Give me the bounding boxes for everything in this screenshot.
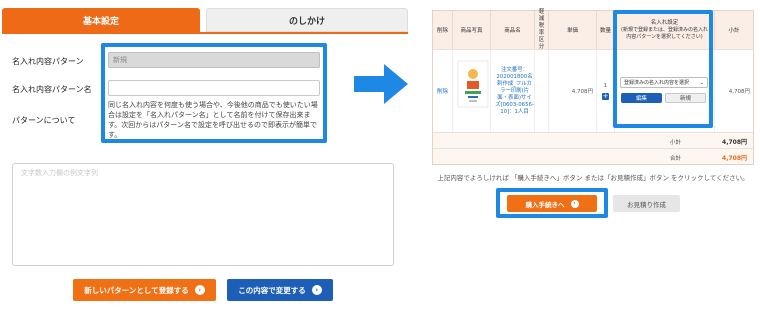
product-name-link[interactable]: 注文番号：202001800名刺作成_フルカラー印刷(片面・表面)サイズ[060… <box>491 49 535 132</box>
transition-arrow-icon <box>354 64 408 104</box>
tab-bar: 基本設定 のしかけ <box>2 8 408 32</box>
header-unit-price: 単価 <box>549 11 597 49</box>
quantity-plus-button[interactable]: + <box>602 92 609 100</box>
tax-category-cell <box>535 49 549 132</box>
create-quote-button[interactable]: お見積り作成 <box>613 195 680 212</box>
tab-basic-settings[interactable]: 基本設定 <box>2 8 200 32</box>
highlight-frame-name-setting <box>613 10 713 128</box>
quantity-value: 1 <box>603 82 608 89</box>
header-product-name: 商品名 <box>491 11 535 49</box>
tab-noshi[interactable]: のしかけ <box>206 8 408 32</box>
line-total: 4,708円 <box>715 49 753 132</box>
highlight-frame-proceed <box>496 188 608 218</box>
total-label: 合計 <box>669 156 681 162</box>
tab-underline <box>2 32 408 34</box>
subtotal-value: 4,708円 <box>722 139 747 146</box>
subtotal-label: 小計 <box>669 140 681 146</box>
header-photo: 商品写真 <box>453 11 491 49</box>
arrow-right-icon: › <box>194 285 205 295</box>
highlight-frame-pattern <box>101 43 327 143</box>
delete-link[interactable]: 削除 <box>433 49 453 132</box>
product-thumbnail <box>457 60 489 108</box>
pattern-name-label: 名入れ内容パターン名 <box>12 85 92 94</box>
change-content-button[interactable]: この内容で変更する › <box>227 279 333 301</box>
register-new-pattern-label: 新しいパターンとして登録する <box>84 285 189 295</box>
header-delete: 削除 <box>433 11 453 49</box>
about-pattern-label: パターンについて <box>12 116 76 125</box>
arrow-right-icon: › <box>311 285 322 295</box>
total-row: 合計 4,708円 <box>433 148 753 164</box>
unit-price: 4,708円 <box>549 49 597 132</box>
total-value: 4,708円 <box>722 155 747 162</box>
delete-link-label: 削除 <box>436 89 448 95</box>
content-textarea[interactable]: 文字数入力欄の例文字列 <box>12 163 394 266</box>
header-subtotal: 小計 <box>715 11 753 49</box>
header-tax-category: 軽減税率区分 <box>535 9 549 50</box>
change-content-label: この内容で変更する <box>238 285 306 295</box>
register-new-pattern-button[interactable]: 新しいパターンとして登録する › <box>73 279 216 301</box>
subtotal-row: 小計 4,708円 <box>433 132 753 148</box>
instruction-note: 上記内容でよろしければ 「購入手続きへ」ボタン または「お見積作成」ボタン をク… <box>437 174 749 182</box>
textarea-placeholder: 文字数入力欄の例文字列 <box>21 169 98 177</box>
pattern-label: 名入れ内容パターン <box>12 57 84 66</box>
